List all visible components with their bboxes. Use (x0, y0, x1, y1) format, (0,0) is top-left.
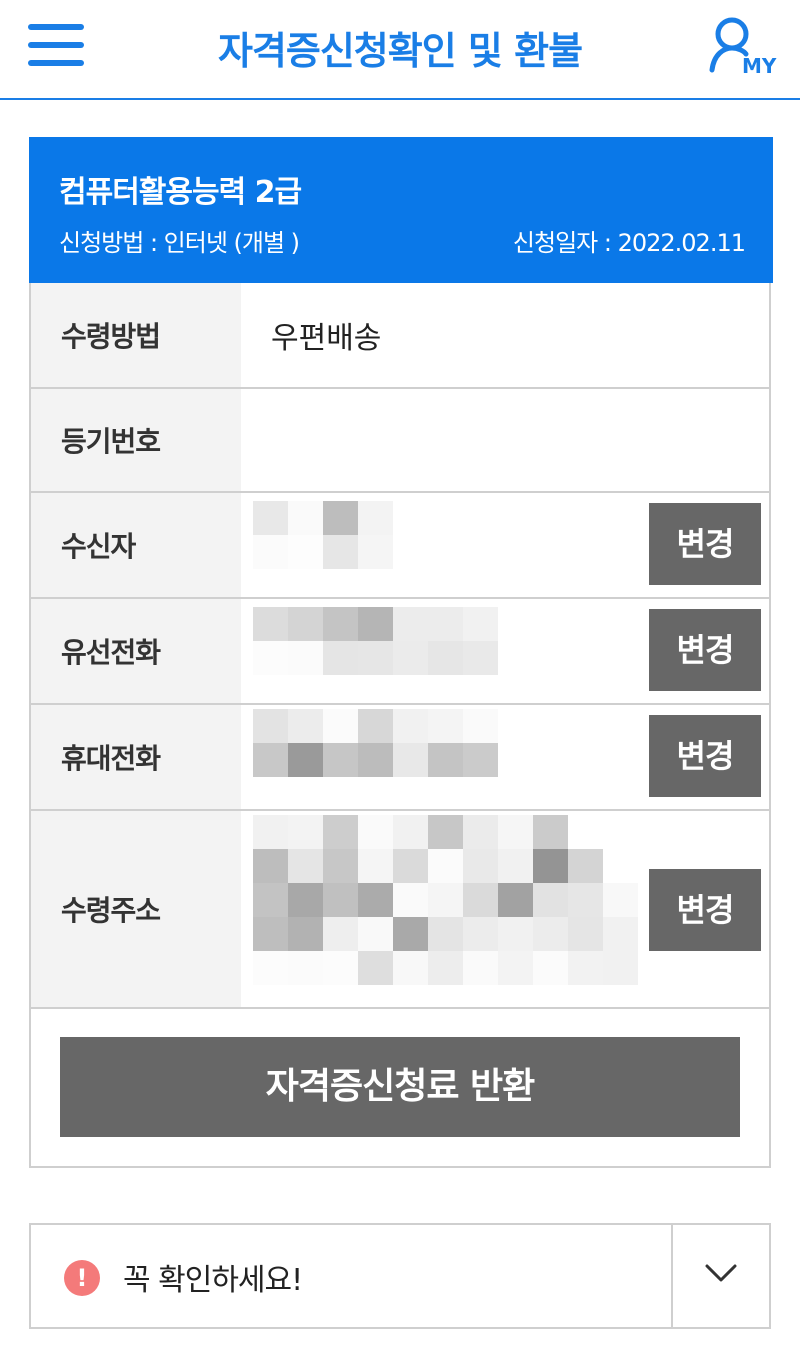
row-landline: 유선전화 변경 (31, 599, 769, 705)
change-address-button[interactable]: 변경 (649, 869, 761, 951)
apply-method: 신청방법 : 인터넷 (개별 ) (59, 229, 300, 257)
row-label-cell: 등기번호 (31, 389, 241, 491)
row-label-cell: 수신자 (31, 493, 241, 597)
row-label: 수령주소 (61, 894, 161, 927)
notice-toggle[interactable] (673, 1225, 769, 1327)
apply-date: 신청일자 : 2022.02.11 (512, 229, 746, 257)
redacted-mobile (253, 709, 498, 777)
change-recipient-button[interactable]: 변경 (649, 503, 761, 585)
refund-button[interactable]: 자격증신청료 반환 (60, 1037, 740, 1137)
row-label: 등기번호 (61, 425, 161, 458)
row-label-cell: 수령주소 (31, 811, 241, 1007)
row-address: 수령주소 변경 (31, 811, 769, 1009)
redacted-recipient (253, 501, 393, 569)
exam-name: 컴퓨터활용능력 2급 (59, 175, 302, 210)
card-header: 컴퓨터활용능력 2급 신청방법 : 인터넷 (개별 ) 신청일자 : 2022.… (29, 137, 773, 283)
row-label-cell: 유선전화 (31, 599, 241, 703)
notice-text: 꼭 확인하세요! (123, 1263, 303, 1298)
row-recipient: 수신자 변경 (31, 493, 769, 599)
row-label-cell: 휴대전화 (31, 705, 241, 809)
app-header: 자격증신청확인 및 환불 MY (0, 0, 800, 100)
chevron-down-icon (705, 1264, 737, 1282)
row-label: 휴대전화 (61, 742, 161, 775)
notice-accordion[interactable]: ! 꼭 확인하세요! (29, 1223, 771, 1329)
row-mobile: 휴대전화 변경 (31, 705, 769, 811)
redacted-landline (253, 607, 498, 675)
row-registration-number: 등기번호 (31, 389, 769, 493)
page-title: 자격증신청확인 및 환불 (217, 29, 583, 73)
my-label: MY (742, 54, 777, 78)
change-mobile-button[interactable]: 변경 (649, 715, 761, 797)
row-label: 수령방법 (61, 320, 161, 353)
exclamation-icon: ! (64, 1260, 100, 1296)
row-value: 우편배송 (271, 321, 382, 356)
row-label-cell: 수령방법 (31, 283, 241, 387)
application-card: 컴퓨터활용능력 2급 신청방법 : 인터넷 (개별 ) 신청일자 : 2022.… (29, 137, 773, 1168)
row-receive-method: 수령방법 우편배송 (31, 283, 769, 389)
my-page-button[interactable]: MY (708, 14, 780, 80)
change-landline-button[interactable]: 변경 (649, 609, 761, 691)
row-label: 수신자 (61, 530, 136, 563)
row-label: 유선전화 (61, 636, 161, 669)
redacted-address (253, 815, 638, 985)
